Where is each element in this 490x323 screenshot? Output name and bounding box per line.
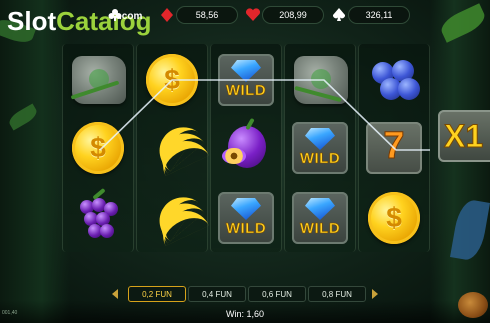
gold-coin-symbol: $ <box>140 48 204 112</box>
site-logo: SlotCatalog .com <box>7 6 152 36</box>
heart-icon <box>244 6 262 24</box>
top-bar: SlotCatalog .com 58,56 208,99 326,11 <box>0 4 490 35</box>
multiplier-panel: X1 <box>438 110 490 162</box>
bananas-symbol <box>140 116 210 180</box>
gold-coin-symbol: $ <box>362 186 426 250</box>
game-stage: SlotCatalog .com 58,56 208,99 326,11 $ $… <box>0 0 490 323</box>
stone-paw-symbol <box>66 48 130 112</box>
spade-icon <box>330 6 348 24</box>
win-amount: Win: 1,60 <box>225 309 265 319</box>
reel-3: WILD WILD <box>210 44 282 252</box>
reel-1: $ <box>62 44 134 252</box>
bet-prev-arrow[interactable] <box>112 289 118 299</box>
diamond-gem-icon <box>231 198 261 220</box>
hud-heart: 208,99 <box>244 6 324 24</box>
corner-readout: 001,40 <box>2 310 18 316</box>
diamond-gem-icon <box>231 60 261 82</box>
bet-selector: 0,2 FUN 0,4 FUN 0,6 FUN 0,8 FUN <box>112 286 380 302</box>
spade-value: 326,11 <box>348 6 410 24</box>
reel-area: $ $ WILD WILD WILD WILD 7 $ <box>62 44 430 252</box>
diamond-icon <box>158 6 176 24</box>
reel-2: $ <box>136 44 210 252</box>
club-icon <box>106 6 124 24</box>
bet-option-1[interactable]: 0,2 FUN <box>128 286 186 302</box>
heart-value: 208,99 <box>262 6 324 24</box>
grapes-symbol <box>66 186 130 250</box>
bet-option-2[interactable]: 0,4 FUN <box>188 286 246 302</box>
seven-symbol: 7 <box>362 116 426 180</box>
diamond-gem-icon <box>305 198 335 220</box>
reel-5: 7 $ <box>358 44 430 252</box>
plum-symbol <box>214 116 278 180</box>
gold-coin-symbol: $ <box>66 116 130 180</box>
jungle-left-backdrop <box>0 0 70 323</box>
bet-option-4[interactable]: 0,8 FUN <box>308 286 366 302</box>
wild-symbol: WILD <box>214 48 278 112</box>
stone-paw-symbol <box>288 48 352 112</box>
wild-symbol: WILD <box>288 116 352 180</box>
hud-diamond: 58,56 <box>158 6 238 24</box>
blueberries-symbol <box>362 48 426 112</box>
diamond-gem-icon <box>305 128 335 150</box>
bananas-symbol <box>140 186 210 250</box>
bet-option-3[interactable]: 0,6 FUN <box>248 286 306 302</box>
hud-club <box>106 6 124 24</box>
diamond-value: 58,56 <box>176 6 238 24</box>
paw-icon <box>311 69 331 89</box>
wild-symbol: WILD <box>288 186 352 250</box>
hud-spade: 326,11 <box>330 6 410 24</box>
bet-next-arrow[interactable] <box>372 289 378 299</box>
wild-symbol: WILD <box>214 186 278 250</box>
reel-4: WILD WILD <box>284 44 356 252</box>
